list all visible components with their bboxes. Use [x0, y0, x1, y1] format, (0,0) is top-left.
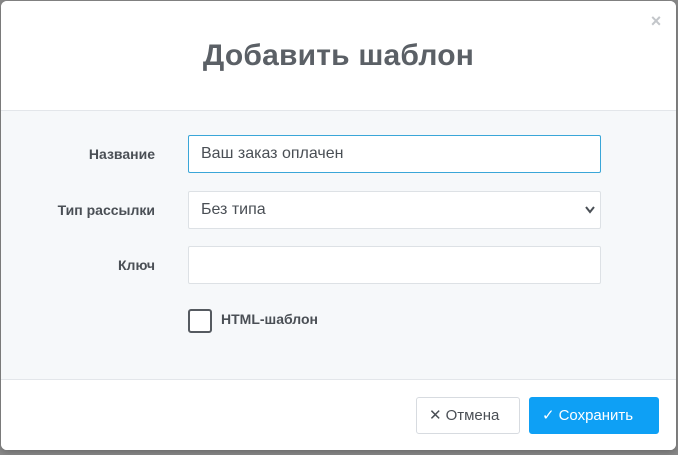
close-icon[interactable]: × — [648, 11, 664, 31]
name-input[interactable]: Ваш заказ оплачен — [188, 135, 601, 173]
modal-body: Название Ваш заказ оплачен Тип рассылки … — [1, 111, 676, 379]
mailing-type-selected: Без типа — [201, 201, 266, 218]
mailing-type-select[interactable]: Без типа — [188, 191, 601, 229]
key-row: Ключ — [1, 246, 676, 284]
mailing-type-label: Тип рассылки — [57, 202, 155, 218]
html-template-checkbox[interactable] — [188, 309, 212, 333]
cancel-button[interactable]: ✕ Отмена — [416, 397, 520, 434]
modal-footer: ✕ Отмена ✓ Сохранить — [1, 379, 676, 450]
html-template-label: HTML-шаблон — [221, 311, 319, 327]
save-button-label: Сохранить — [558, 407, 634, 424]
key-label: Ключ — [118, 257, 155, 273]
add-template-modal: Добавить шаблон × Название Ваш заказ опл… — [1, 1, 676, 450]
name-row: Название Ваш заказ оплачен — [1, 135, 676, 173]
name-label: Название — [88, 146, 155, 162]
cancel-button-label: Отмена — [445, 407, 500, 424]
close-icon: ✕ — [429, 407, 442, 424]
mailing-type-row: Тип рассылки Без типа — [1, 191, 676, 229]
key-input[interactable] — [188, 246, 601, 284]
check-icon: ✓ — [542, 407, 555, 424]
modal-title: Добавить шаблон — [202, 39, 475, 72]
chevron-down-icon — [585, 206, 595, 214]
save-button[interactable]: ✓ Сохранить — [529, 397, 659, 434]
modal-header: Добавить шаблон × — [1, 1, 676, 111]
